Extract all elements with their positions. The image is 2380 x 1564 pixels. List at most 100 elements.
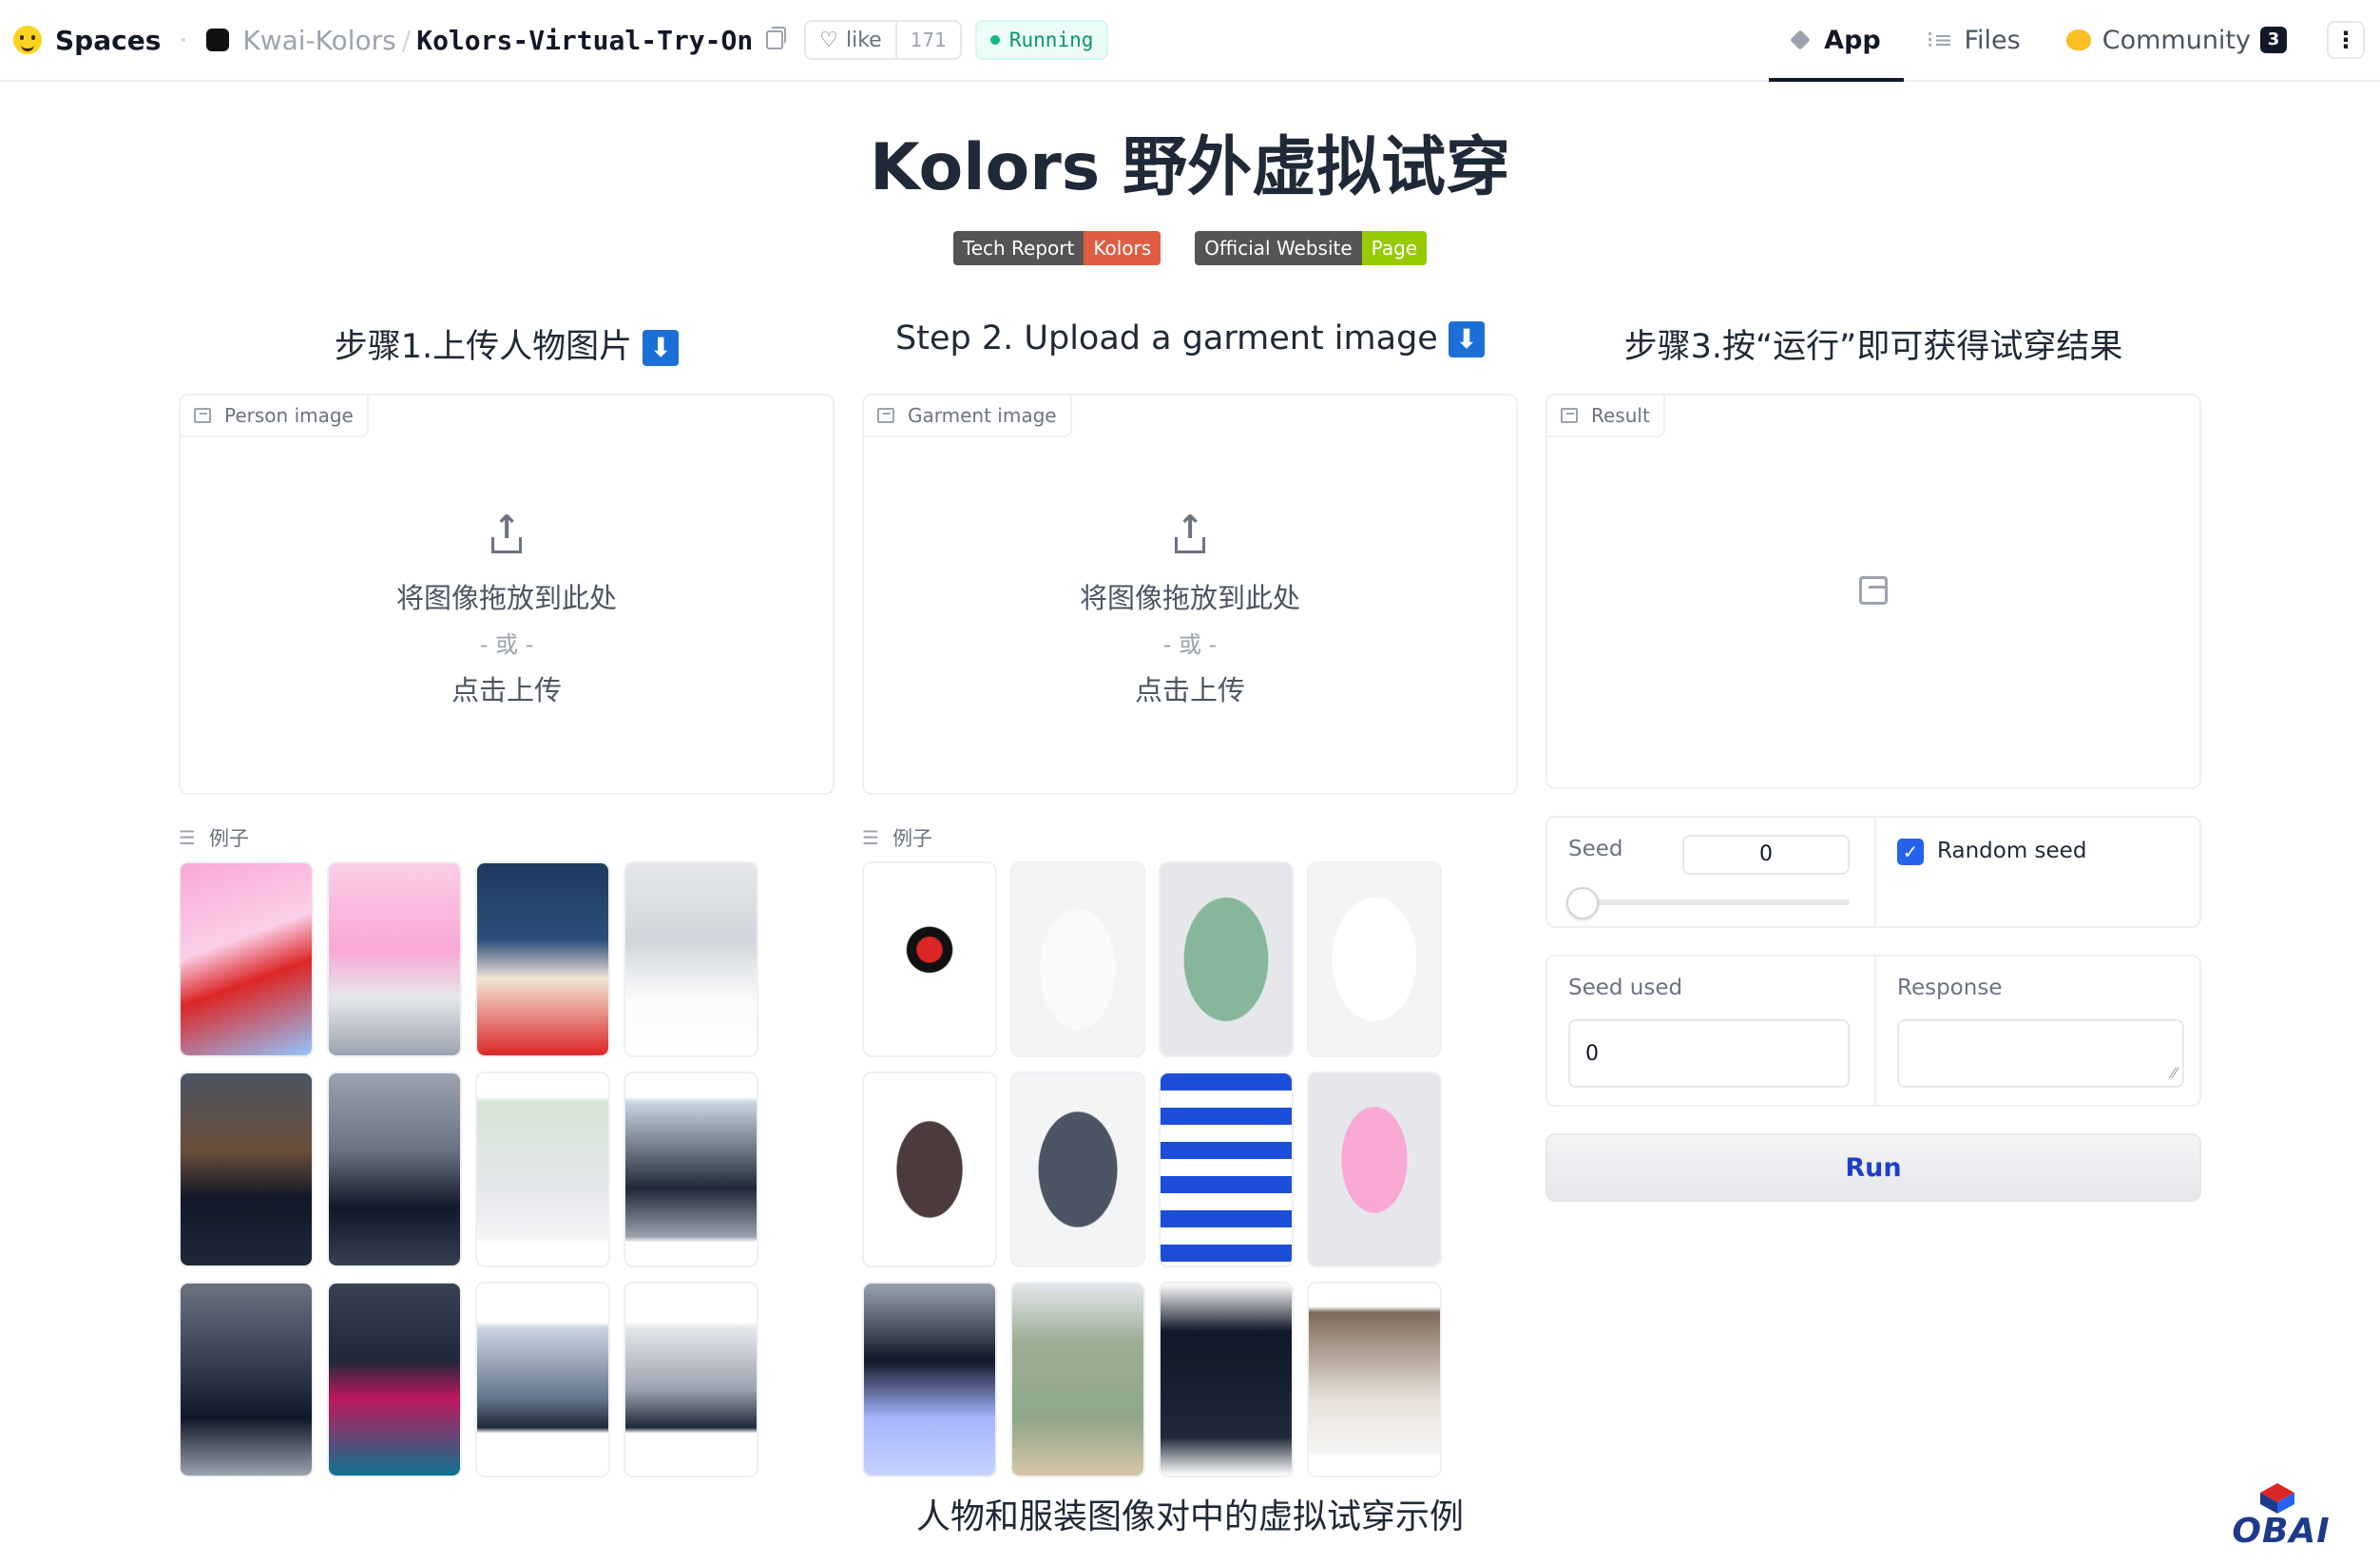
tab-files-label: Files (1964, 25, 2021, 55)
garment-example-8[interactable] (1307, 1072, 1442, 1267)
person-example-12[interactable] (624, 1282, 758, 1477)
step-2-title: Step 2. Upload a garment image ⬇ (862, 319, 1518, 357)
seed-used-field[interactable]: 0 (1568, 1019, 1850, 1088)
or-text: - 或 - (479, 631, 534, 658)
garment-example-3[interactable] (1159, 861, 1294, 1057)
person-example-8[interactable] (624, 1072, 758, 1267)
divider (1874, 818, 1876, 926)
click-upload-text: 点击上传 (451, 674, 562, 706)
tab-community-label: Community (2102, 25, 2251, 55)
garment-drop-zone[interactable]: 将图像拖放到此处 - 或 - 点击上传 (864, 512, 1516, 708)
list-icon: ☰ (862, 826, 879, 849)
or-text: - 或 - (1162, 631, 1218, 658)
separator-dot (182, 38, 186, 42)
garment-image-label: Garment image (864, 396, 1072, 437)
upload-icon (489, 512, 525, 555)
official-website-badge-right: Page (1361, 231, 1428, 265)
random-seed-checkbox[interactable]: ✓ (1897, 839, 1924, 865)
run-button[interactable]: Run (1545, 1133, 2201, 1202)
garment-examples-label-text: 例子 (892, 827, 932, 850)
person-example-6[interactable] (327, 1072, 462, 1267)
tab-app[interactable]: App (1769, 0, 1904, 82)
like-count[interactable]: 171 (897, 29, 960, 51)
down-arrow-icon: ⬇ (1448, 321, 1485, 357)
upload-icon (1172, 512, 1208, 555)
list-icon: ☰ (179, 826, 196, 849)
seed-used-value: 0 (1585, 1041, 1599, 1066)
official-website-badge-left: Official Website (1195, 231, 1362, 265)
garment-example-10[interactable] (1010, 1282, 1145, 1477)
tech-report-badge-left: Tech Report (952, 231, 1084, 265)
result-label: Result (1547, 396, 1665, 437)
person-examples-label-text: 例子 (208, 827, 249, 850)
person-example-4[interactable] (624, 861, 758, 1057)
person-image-upload[interactable]: Person image 将图像拖放到此处 - 或 - 点击上传 (179, 394, 835, 795)
resize-handle-icon[interactable]: ⁄⁄ (2172, 1064, 2177, 1082)
page-title: Kolors 野外虚拟试穿 (870, 130, 1510, 205)
garment-example-6[interactable] (1010, 1072, 1145, 1267)
garment-example-11[interactable] (1159, 1282, 1294, 1477)
response-label: Response (1897, 975, 2003, 1000)
person-example-7[interactable] (475, 1072, 610, 1267)
more-options-button[interactable]: ⋮ (2327, 21, 2365, 59)
response-textarea[interactable]: ⁄⁄ (1897, 1019, 2184, 1088)
image-placeholder-icon (1859, 576, 1888, 605)
huggingface-logo-icon[interactable] (13, 26, 42, 54)
seed-number-input[interactable]: 0 (1682, 835, 1850, 875)
garment-image-upload[interactable]: Garment image 将图像拖放到此处 - 或 - 点击上传 (862, 394, 1518, 795)
step-3-title-text: 步骤3.按“运行”即可获得试穿结果 (1623, 328, 2123, 366)
org-avatar (206, 29, 230, 51)
random-seed-label[interactable]: Random seed (1937, 839, 2086, 863)
person-drop-zone[interactable]: 将图像拖放到此处 - 或 - 点击上传 (181, 512, 833, 708)
community-count-badge: 3 (2260, 27, 2287, 53)
step-1-title: 步骤1.上传人物图片 ⬇ (179, 319, 835, 368)
person-example-3[interactable] (475, 861, 610, 1057)
person-example-2[interactable] (327, 861, 462, 1057)
tech-report-badge[interactable]: Tech Report Kolors (952, 231, 1161, 265)
seed-slider-handle[interactable] (1566, 887, 1599, 919)
top-bar-left: Spaces Kwai-Kolors / Kolors-Virtual-Try-… (13, 0, 1109, 80)
obai-watermark-logo: OBAI (2224, 1483, 2338, 1559)
copy-icon[interactable] (766, 27, 787, 49)
garment-example-1[interactable] (862, 861, 997, 1057)
garment-image-label-text: Garment image (908, 404, 1057, 427)
garment-example-2[interactable] (1010, 861, 1145, 1057)
official-website-badge[interactable]: Official Website Page (1195, 231, 1428, 265)
like-button[interactable]: ♡ like 171 (804, 20, 962, 60)
seed-used-label: Seed used (1568, 975, 1683, 1000)
top-bar: Spaces Kwai-Kolors / Kolors-Virtual-Try-… (0, 0, 2380, 82)
down-arrow-icon: ⬇ (643, 330, 680, 366)
org-link[interactable]: Kwai-Kolors (242, 25, 395, 56)
garment-example-4[interactable] (1307, 861, 1442, 1057)
tech-report-badge-right: Kolors (1084, 231, 1161, 265)
garment-example-12[interactable] (1307, 1282, 1442, 1477)
garment-example-7[interactable] (1159, 1072, 1294, 1267)
more-icon: ⋮ (2334, 27, 2357, 53)
spaces-link[interactable]: Spaces (55, 25, 161, 56)
garment-example-9[interactable] (862, 1282, 997, 1477)
person-example-9[interactable] (179, 1282, 314, 1477)
status-badge: Running (974, 20, 1109, 60)
tab-app-label: App (1824, 25, 1881, 55)
seed-controls: Seed 0 ✓ Random seed (1545, 816, 2201, 928)
like-label: like (845, 28, 882, 52)
link-badges: Tech Report Kolors Official Website Page (0, 231, 2380, 265)
like-main[interactable]: ♡ like (806, 22, 897, 58)
person-example-5[interactable] (179, 1072, 314, 1267)
step-3-title: 步骤3.按“运行”即可获得试穿结果 (1545, 319, 2201, 368)
step-2-title-text: Step 2. Upload a garment image (895, 319, 1438, 357)
seed-slider-track[interactable] (1568, 899, 1850, 905)
result-panel: Result (1545, 394, 2201, 789)
garment-example-5[interactable] (862, 1072, 997, 1267)
heart-icon: ♡ (819, 28, 838, 52)
top-bar-right: App ⁝≡ Files Community 3 ⋮ (1769, 0, 2380, 82)
person-example-11[interactable] (475, 1282, 610, 1477)
image-icon (877, 408, 894, 423)
status-dot-icon (989, 35, 1000, 45)
person-example-10[interactable] (327, 1282, 462, 1477)
person-example-1[interactable] (179, 861, 314, 1057)
tab-files[interactable]: ⁝≡ Files (1904, 0, 2044, 80)
person-image-label-text: Person image (224, 404, 354, 427)
tab-community[interactable]: Community 3 (2044, 0, 2310, 80)
repo-name-link[interactable]: Kolors-Virtual-Try-On (416, 25, 753, 56)
